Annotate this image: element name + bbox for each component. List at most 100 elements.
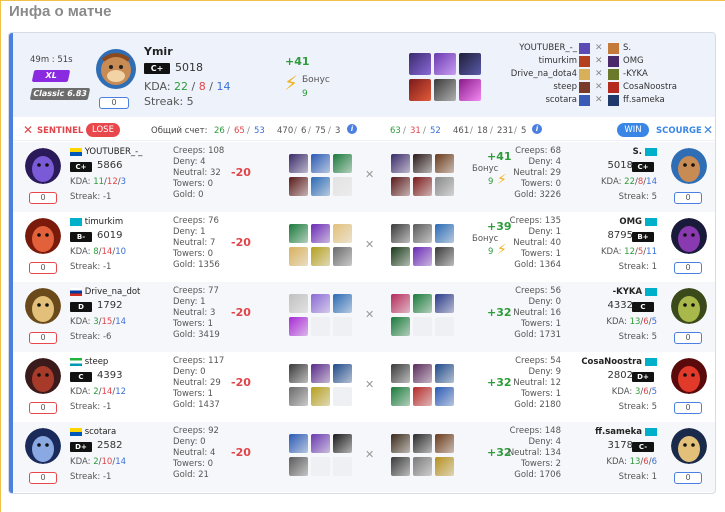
player-name[interactable]: OMG xyxy=(619,217,642,227)
player-name[interactable]: -KYKA xyxy=(613,287,642,297)
lineup-right-name[interactable]: OMG xyxy=(623,56,644,66)
item-icon[interactable] xyxy=(434,78,456,101)
item-icon[interactable] xyxy=(413,434,432,453)
item-icon[interactable] xyxy=(435,434,454,453)
scourge-report-button[interactable]: 0 xyxy=(674,402,702,414)
scourge-player-name[interactable]: S. xyxy=(633,147,657,157)
item-icon[interactable] xyxy=(333,224,352,243)
sentinel-player-avatar[interactable] xyxy=(25,218,61,254)
item-icon[interactable] xyxy=(391,294,410,313)
lineup-left-name[interactable]: scotara xyxy=(545,95,577,105)
item-icon[interactable] xyxy=(333,154,352,173)
item-icon[interactable] xyxy=(413,224,432,243)
mvp-name[interactable]: Ymir xyxy=(144,45,173,58)
item-icon[interactable] xyxy=(311,364,330,383)
item-icon[interactable] xyxy=(311,247,330,266)
item-icon[interactable] xyxy=(333,177,352,196)
item-icon[interactable] xyxy=(289,387,308,406)
sentinel-player-avatar[interactable] xyxy=(25,428,61,464)
item-icon[interactable] xyxy=(289,364,308,383)
item-icon[interactable] xyxy=(391,177,410,196)
item-icon[interactable] xyxy=(311,294,330,313)
item-icon[interactable] xyxy=(311,177,330,196)
player-name[interactable]: scotara xyxy=(85,427,117,437)
item-icon[interactable] xyxy=(434,53,456,75)
reward-button[interactable]: 0 xyxy=(99,97,129,109)
item-icon[interactable] xyxy=(311,434,330,453)
lineup-right-name[interactable]: -KYKA xyxy=(623,69,648,79)
sentinel-player-name[interactable]: YOUTUBER_-_ xyxy=(70,147,142,157)
scourge-player-name[interactable]: ff.sameka xyxy=(595,427,657,437)
lineup-left-name[interactable]: Drive_na_dota4 xyxy=(511,69,577,79)
item-icon[interactable] xyxy=(289,434,308,453)
item-icon[interactable] xyxy=(289,154,308,173)
sentinel-report-button[interactable]: 0 xyxy=(29,192,57,204)
item-icon[interactable] xyxy=(435,387,454,406)
item-icon[interactable] xyxy=(435,224,454,243)
player-name[interactable]: Drive_na_dot xyxy=(85,287,141,297)
item-icon[interactable] xyxy=(435,294,454,313)
item-icon[interactable] xyxy=(435,457,454,476)
item-icon[interactable] xyxy=(391,364,410,383)
sentinel-report-button[interactable]: 0 xyxy=(29,262,57,274)
player-name[interactable]: steep xyxy=(85,357,109,367)
item-icon[interactable] xyxy=(289,177,308,196)
sentinel-player-avatar[interactable] xyxy=(25,148,61,184)
item-icon[interactable] xyxy=(435,177,454,196)
item-icon[interactable] xyxy=(413,247,432,266)
lineup-right-name[interactable]: ff.sameka xyxy=(623,95,665,105)
item-icon[interactable] xyxy=(311,387,330,406)
sentinel-report-button[interactable]: 0 xyxy=(29,332,57,344)
mvp-avatar[interactable] xyxy=(95,48,137,90)
player-name[interactable]: YOUTUBER_-_ xyxy=(85,147,143,157)
item-icon[interactable] xyxy=(391,154,410,173)
item-icon[interactable] xyxy=(391,387,410,406)
scourge-player-avatar[interactable] xyxy=(671,148,707,184)
sentinel-report-button[interactable]: 0 xyxy=(29,472,57,484)
sentinel-report-button[interactable]: 0 xyxy=(29,402,57,414)
lineup-left-name[interactable]: timurkim xyxy=(539,56,577,66)
item-icon[interactable] xyxy=(413,457,432,476)
scourge-player-avatar[interactable] xyxy=(671,358,707,394)
scourge-report-button[interactable]: 0 xyxy=(674,262,702,274)
item-icon[interactable] xyxy=(435,247,454,266)
item-icon[interactable] xyxy=(391,247,410,266)
scourge-player-name[interactable]: OMG xyxy=(619,217,657,227)
item-icon[interactable] xyxy=(409,78,431,101)
player-name[interactable]: timurkim xyxy=(85,217,123,227)
item-icon[interactable] xyxy=(391,434,410,453)
info-icon[interactable]: i xyxy=(347,124,357,134)
item-icon[interactable] xyxy=(333,247,352,266)
scourge-report-button[interactable]: 0 xyxy=(674,192,702,204)
item-icon[interactable] xyxy=(289,317,308,336)
sentinel-player-name[interactable]: steep xyxy=(70,357,108,367)
item-icon[interactable] xyxy=(435,364,454,383)
sentinel-player-name[interactable]: timurkim xyxy=(70,217,123,227)
player-name[interactable]: CosaNoostra xyxy=(581,357,642,367)
item-icon[interactable] xyxy=(311,224,330,243)
item-icon[interactable] xyxy=(413,177,432,196)
player-name[interactable]: S. xyxy=(633,147,642,157)
scourge-report-button[interactable]: 0 xyxy=(674,472,702,484)
scourge-player-avatar[interactable] xyxy=(671,218,707,254)
lineup-right-name[interactable]: CosaNoostra xyxy=(623,82,677,92)
scourge-player-avatar[interactable] xyxy=(671,428,707,464)
item-icon[interactable] xyxy=(333,294,352,313)
item-icon[interactable] xyxy=(311,154,330,173)
item-icon[interactable] xyxy=(289,294,308,313)
sentinel-player-avatar[interactable] xyxy=(25,288,61,324)
sentinel-player-name[interactable]: scotara xyxy=(70,427,116,437)
item-icon[interactable] xyxy=(413,364,432,383)
item-icon[interactable] xyxy=(391,457,410,476)
item-icon[interactable] xyxy=(413,387,432,406)
item-icon[interactable] xyxy=(435,154,454,173)
item-icon[interactable] xyxy=(413,294,432,313)
scourge-player-name[interactable]: CosaNoostra xyxy=(581,357,657,367)
scourge-player-name[interactable]: -KYKA xyxy=(613,287,657,297)
item-icon[interactable] xyxy=(289,247,308,266)
sentinel-player-avatar[interactable] xyxy=(25,358,61,394)
lineup-left-name[interactable]: steep xyxy=(553,82,577,92)
player-name[interactable]: ff.sameka xyxy=(595,427,642,437)
item-icon[interactable] xyxy=(289,457,308,476)
info-icon[interactable]: i xyxy=(532,124,542,134)
